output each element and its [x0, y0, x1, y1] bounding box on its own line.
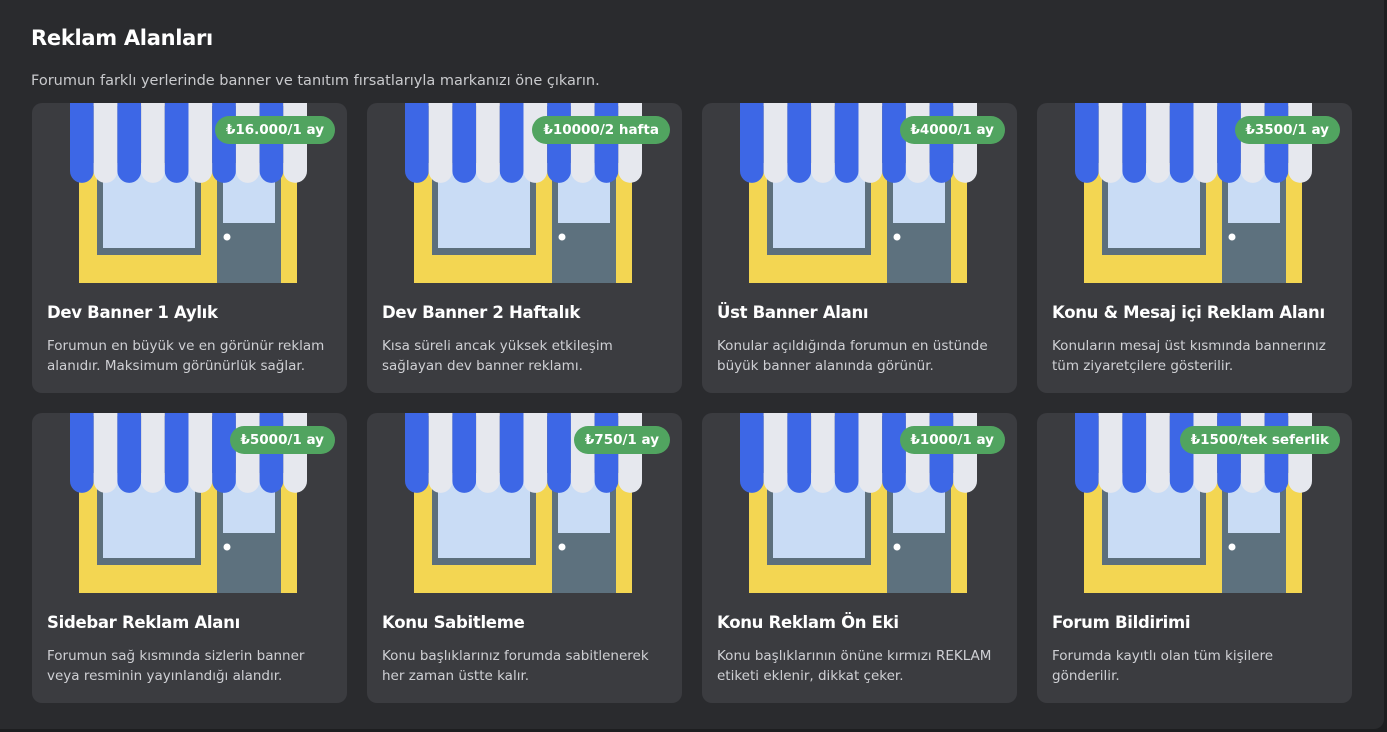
price-badge: ₺4000/1 ay [899, 116, 1005, 144]
page-title: Reklam Alanları [31, 26, 213, 50]
card-title: Konu Reklam Ön Eki [717, 613, 899, 632]
card-description: Konular açıldığında forumun en üstünde b… [717, 338, 988, 374]
card-description: Konu başlıklarının önüne kırmızı REKLAM … [717, 648, 992, 684]
ad-cards-grid: ₺16.000/1 ay Dev Banner 1 Aylık Forumun … [32, 103, 1352, 703]
card-title: Forum Bildirimi [1052, 613, 1191, 632]
ad-card[interactable]: ₺5000/1 ay Sidebar Reklam Alanı Forumun … [32, 413, 347, 703]
price-badge: ₺1000/1 ay [899, 426, 1005, 454]
ad-card[interactable]: ₺4000/1 ay Üst Banner Alanı Konular açıl… [702, 103, 1017, 393]
card-title: Konu Sabitleme [382, 613, 525, 632]
card-description: Konuların mesaj üst kısmında bannerınız … [1052, 338, 1326, 374]
page-subtitle: Forumun farklı yerlerinde banner ve tanı… [31, 73, 600, 89]
ad-card[interactable]: ₺1500/tek seferlik Forum Bildirimi Forum… [1037, 413, 1352, 703]
ad-card[interactable]: ₺750/1 ay Konu Sabitleme Konu başlıkları… [367, 413, 682, 703]
ad-card[interactable]: ₺16.000/1 ay Dev Banner 1 Aylık Forumun … [32, 103, 347, 393]
ad-areas-panel: Reklam Alanları Forumun farklı yerlerind… [0, 0, 1384, 729]
card-title: Sidebar Reklam Alanı [47, 613, 240, 632]
card-description: Forumun en büyük ve en görünür reklam al… [47, 338, 325, 374]
price-badge: ₺3500/1 ay [1234, 116, 1340, 144]
price-badge: ₺1500/tek seferlik [1179, 426, 1340, 454]
card-title: Konu & Mesaj içi Reklam Alanı [1052, 303, 1325, 322]
price-badge: ₺10000/2 hafta [532, 116, 670, 144]
card-title: Dev Banner 2 Haftalık [382, 303, 581, 322]
price-badge: ₺750/1 ay [573, 426, 670, 454]
price-badge: ₺16.000/1 ay [214, 116, 335, 144]
price-badge: ₺5000/1 ay [229, 426, 335, 454]
ad-card[interactable]: ₺1000/1 ay Konu Reklam Ön Eki Konu başlı… [702, 413, 1017, 703]
card-title: Dev Banner 1 Aylık [47, 303, 218, 322]
card-title: Üst Banner Alanı [717, 303, 869, 322]
card-description: Kısa süreli ancak yüksek etkileşim sağla… [382, 338, 613, 374]
card-description: Forumda kayıtlı olan tüm kişilere gönder… [1052, 648, 1274, 684]
ad-card[interactable]: ₺3500/1 ay Konu & Mesaj içi Reklam Alanı… [1037, 103, 1352, 393]
card-description: Konu başlıklarınız forumda sabitlenerek … [382, 648, 649, 684]
card-description: Forumun sağ kısmında sizlerin banner vey… [47, 648, 305, 684]
ad-card[interactable]: ₺10000/2 hafta Dev Banner 2 Haftalık Kıs… [367, 103, 682, 393]
